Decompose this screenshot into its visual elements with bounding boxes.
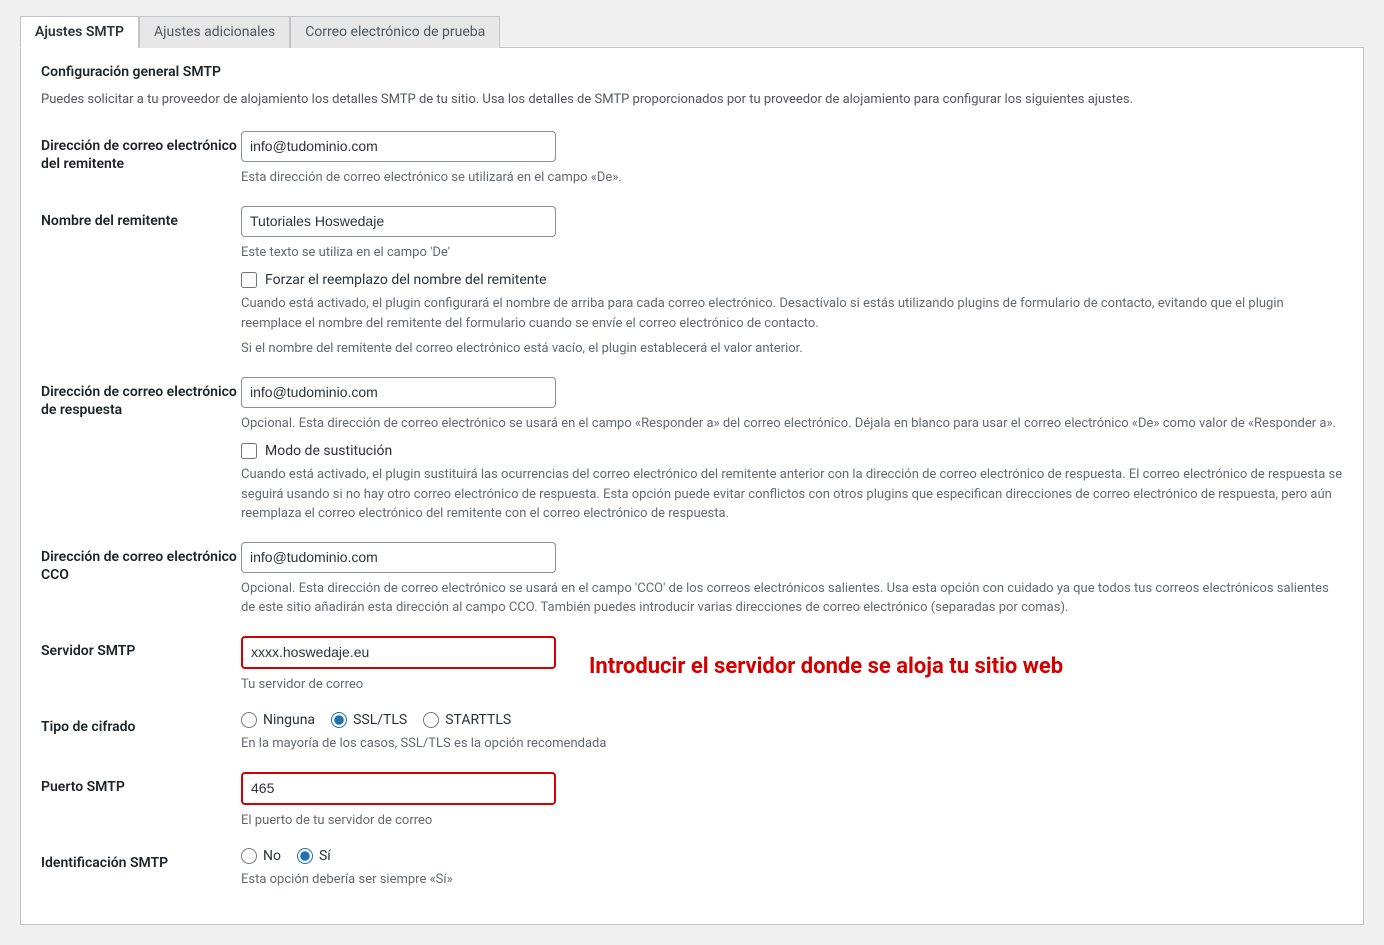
bcc-email-input[interactable] bbox=[241, 542, 556, 573]
from-email-input[interactable] bbox=[241, 131, 556, 162]
substitution-mode-checkbox[interactable] bbox=[241, 443, 257, 459]
encryption-ssl-radio[interactable] bbox=[331, 712, 347, 728]
bcc-email-label: Dirección de correo electrónico CCO bbox=[41, 542, 241, 618]
encryption-help: En la mayoría de los casos, SSL/TLS es l… bbox=[241, 734, 1343, 754]
smtp-port-label: Puerto SMTP bbox=[41, 772, 241, 831]
encryption-none-radio[interactable] bbox=[241, 712, 257, 728]
reply-email-help: Opcional. Esta dirección de correo elect… bbox=[241, 414, 1343, 434]
tab-smtp-settings[interactable]: Ajustes SMTP bbox=[20, 16, 139, 48]
substitution-mode-checkbox-label: Modo de sustitución bbox=[265, 443, 392, 459]
smtp-server-label: Servidor SMTP bbox=[41, 636, 241, 695]
settings-content: Configuración general SMTP Puedes solici… bbox=[20, 48, 1364, 925]
smtp-port-input[interactable] bbox=[241, 772, 556, 805]
smtp-server-annotation: Introducir el servidor donde se aloja tu… bbox=[589, 654, 1063, 679]
force-name-help2: Si el nombre del remitente del correo el… bbox=[241, 339, 1343, 359]
section-title: Configuración general SMTP bbox=[41, 64, 1343, 80]
from-email-help: Esta dirección de correo electrónico se … bbox=[241, 168, 1343, 188]
force-name-checkbox[interactable] bbox=[241, 272, 257, 288]
smtp-auth-yes-label: Sí bbox=[319, 848, 331, 864]
encryption-starttls-label: STARTTLS bbox=[445, 712, 511, 728]
from-name-help: Este texto se utiliza en el campo 'De' bbox=[241, 243, 1343, 263]
from-name-input[interactable] bbox=[241, 206, 556, 237]
force-name-checkbox-label: Forzar el reemplazo del nombre del remit… bbox=[265, 272, 547, 288]
from-email-label: Dirección de correo electrónico del remi… bbox=[41, 131, 241, 188]
smtp-server-input[interactable] bbox=[241, 636, 556, 669]
settings-tabs: Ajustes SMTP Ajustes adicionales Correo … bbox=[20, 0, 1364, 48]
reply-email-label: Dirección de correo electrónico de respu… bbox=[41, 377, 241, 524]
force-name-help1: Cuando está activado, el plugin configur… bbox=[241, 294, 1343, 333]
smtp-port-help: El puerto de tu servidor de correo bbox=[241, 811, 1343, 831]
smtp-auth-no-label: No bbox=[263, 848, 281, 864]
substitution-mode-help: Cuando está activado, el plugin sustitui… bbox=[241, 465, 1343, 524]
encryption-starttls-radio[interactable] bbox=[423, 712, 439, 728]
tab-test-email[interactable]: Correo electrónico de prueba bbox=[290, 16, 500, 48]
smtp-auth-help: Esta opción debería ser siempre «Sí» bbox=[241, 870, 1343, 890]
section-intro: Puedes solicitar a tu proveedor de aloja… bbox=[41, 92, 1343, 107]
encryption-ssl-label: SSL/TLS bbox=[353, 712, 407, 728]
smtp-auth-yes-radio[interactable] bbox=[297, 848, 313, 864]
smtp-auth-no-radio[interactable] bbox=[241, 848, 257, 864]
encryption-label: Tipo de cifrado bbox=[41, 712, 241, 754]
from-name-label: Nombre del remitente bbox=[41, 206, 241, 359]
reply-email-input[interactable] bbox=[241, 377, 556, 408]
smtp-auth-label: Identificación SMTP bbox=[41, 848, 241, 890]
bcc-email-help: Opcional. Esta dirección de correo elect… bbox=[241, 579, 1343, 618]
tab-additional-settings[interactable]: Ajustes adicionales bbox=[139, 16, 290, 48]
encryption-none-label: Ninguna bbox=[263, 712, 315, 728]
